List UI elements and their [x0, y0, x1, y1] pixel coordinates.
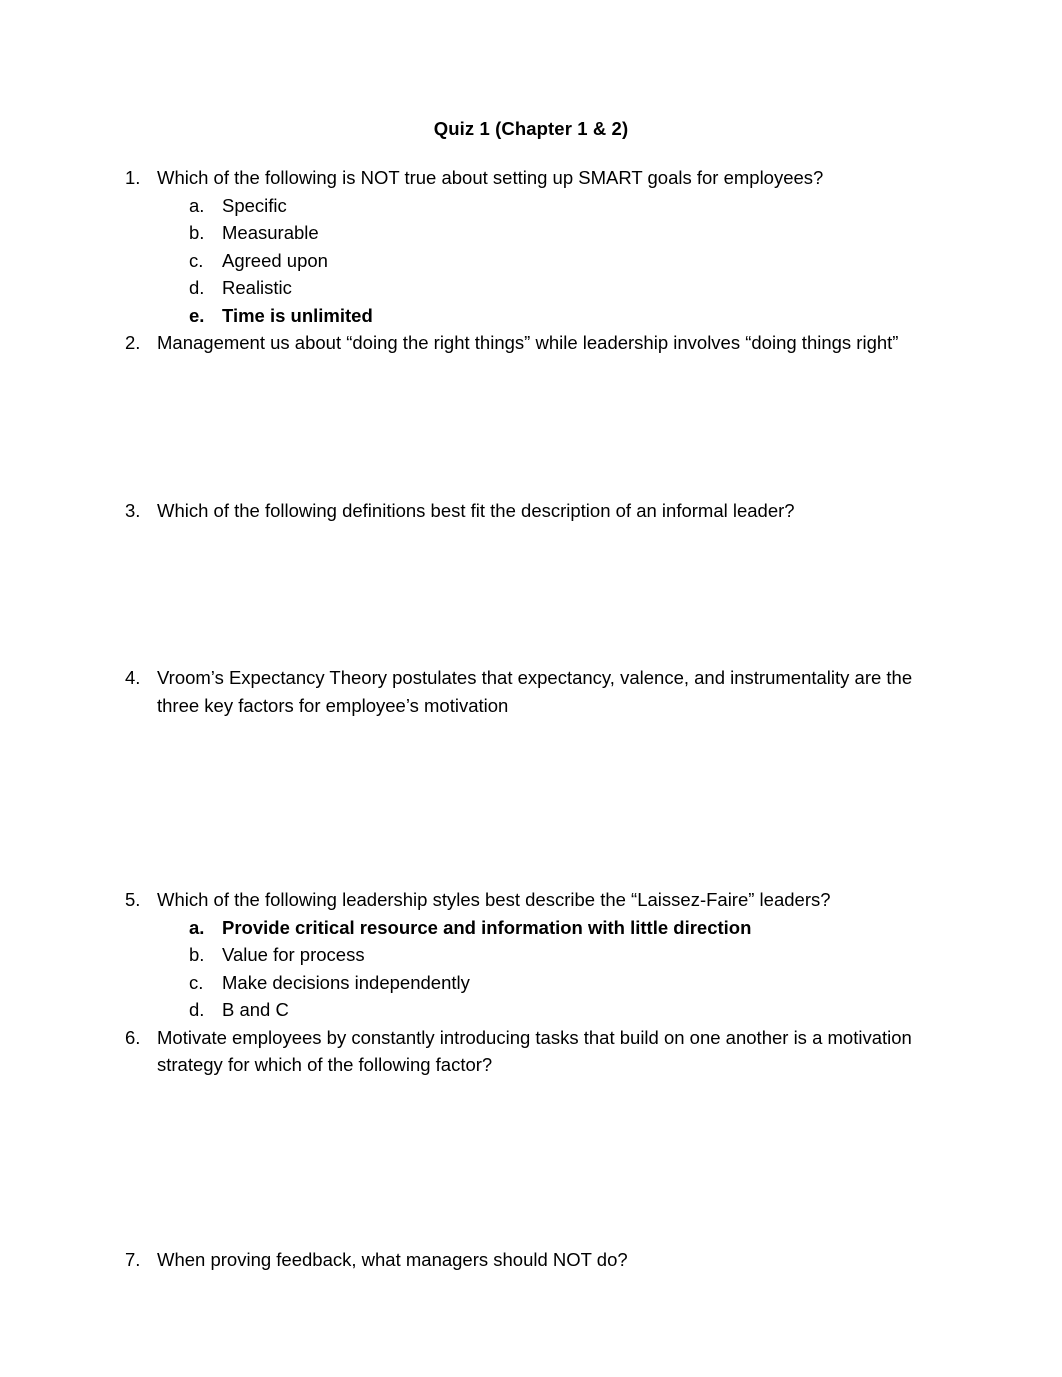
answer-option-letter: e. [189, 304, 205, 326]
question-text: Vroom’s Expectancy Theory postulates tha… [157, 667, 913, 716]
document-page: Quiz 1 (Chapter 1 & 2) 1. Which of the fo… [0, 0, 1062, 1377]
question-text: Management us about “doing the right thi… [157, 332, 899, 353]
answer-option-list: a. Specific b. Measurable c. Agreed upon d. Rea… [157, 192, 925, 330]
answer-option-list: a. Provide critical resource and informat… [157, 914, 925, 1024]
answer-option-text: B and C [222, 999, 289, 1020]
answer-option-letter: b. [189, 222, 205, 243]
question-text: Which of the following definitions best … [157, 499, 795, 521]
question-item: 3. Which of the following definitions bes… [125, 497, 925, 525]
answer-option-letter: d. [189, 277, 205, 298]
question-number: 7. [125, 1248, 141, 1270]
question-list: 1. Which of the following is NOT true abo… [125, 164, 925, 1377]
answer-option-letter: c. [189, 249, 204, 271]
answer-option[interactable]: a. Provide critical resource and informat… [189, 914, 925, 942]
answer-option-letter: a. [189, 916, 205, 938]
answer-blank-space [125, 357, 925, 497]
answer-option-text: Time is unlimited [222, 304, 373, 326]
answer-option-letter: a. [189, 194, 205, 216]
question-number: 6. [125, 1026, 141, 1048]
answer-option[interactable]: e. Time is unlimited [189, 302, 925, 330]
question-number: 4. [125, 667, 141, 688]
answer-option[interactable]: a. Specific [189, 192, 925, 220]
question-item: 1. Which of the following is NOT true abo… [125, 164, 925, 329]
question-item: 7. When proving feedback, what managers s… [125, 1246, 925, 1274]
answer-option-text: Specific [222, 194, 287, 216]
question-number: 1. [125, 167, 141, 188]
question-text: When proving feedback, what managers sho… [157, 1248, 628, 1270]
answer-blank-space [125, 1079, 925, 1246]
question-number: 2. [125, 332, 141, 353]
answer-option[interactable]: c. Agreed upon [189, 247, 925, 275]
answer-blank-space [125, 719, 925, 886]
answer-option-text: Provide critical resource and informatio… [222, 916, 752, 938]
answer-option[interactable]: c. Make decisions independently [189, 969, 925, 997]
answer-blank-space [125, 1273, 925, 1377]
question-number: 3. [125, 499, 141, 521]
question-text: Which of the following is NOT true about… [157, 167, 824, 188]
answer-option-letter: d. [189, 999, 205, 1020]
answer-option-text: Realistic [222, 277, 292, 298]
question-item: 2. Management us about “doing the right t… [125, 329, 925, 357]
question-item: 5. Which of the following leadership styl… [125, 886, 925, 1024]
answer-option[interactable]: b. Measurable [189, 219, 925, 247]
answer-option[interactable]: d. B and C [189, 996, 925, 1024]
question-text: Motivate employees by constantly introdu… [157, 1026, 912, 1076]
answer-option[interactable]: b. Value for process [189, 941, 925, 969]
page-title: Quiz 1 (Chapter 1 & 2) [433, 118, 629, 139]
answer-option-letter: b. [189, 944, 205, 965]
answer-option-text: Measurable [222, 222, 319, 243]
answer-option[interactable]: d. Realistic [189, 274, 925, 302]
answer-option-text: Value for process [222, 944, 365, 965]
question-item: 4. Vroom’s Expectancy Theory postulates t… [125, 664, 925, 719]
answer-option-text: Make decisions independently [222, 971, 470, 993]
question-item: 6. Motivate employees by constantly intro… [125, 1024, 925, 1079]
question-number: 5. [125, 889, 141, 910]
answer-blank-space [125, 524, 925, 664]
answer-option-text: Agreed upon [222, 249, 328, 271]
question-text: Which of the following leadership styles… [157, 889, 831, 910]
answer-option-letter: c. [189, 971, 204, 993]
